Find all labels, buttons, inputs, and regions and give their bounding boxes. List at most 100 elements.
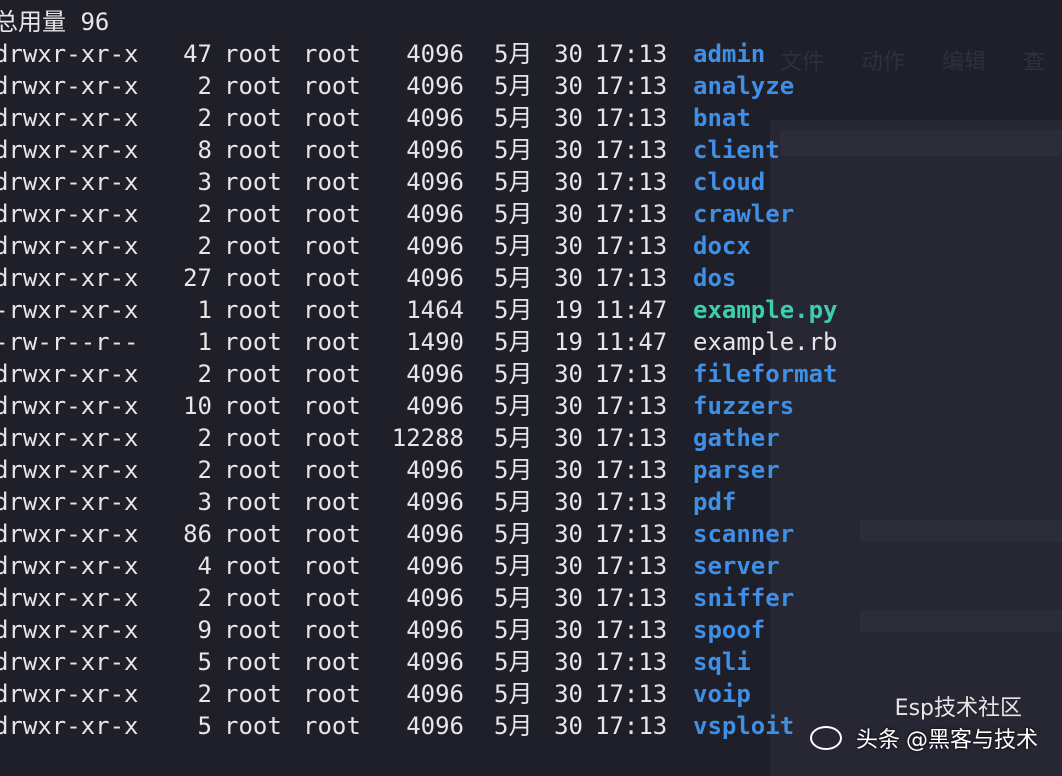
month: 5月: [494, 232, 533, 260]
directory-listing: drwxr-xr-x 47 root root 4096 5月 30 17:13 admin dr…: [0, 38, 838, 742]
time: 17:13: [595, 680, 668, 708]
owner: root: [224, 296, 282, 324]
owner: root: [224, 520, 282, 548]
month: 5月: [494, 264, 533, 292]
owner: root: [224, 456, 282, 484]
link-count: 1: [197, 328, 212, 356]
time: 17:13: [595, 424, 668, 452]
file-name: fuzzers: [693, 392, 795, 420]
link-count: 2: [197, 232, 212, 260]
time: 17:13: [595, 168, 668, 196]
listing-row: drwxr-xr-x 2 root root 12288 5月 30 17:13 gather: [0, 422, 838, 454]
month: 5月: [494, 296, 533, 324]
owner: root: [224, 488, 282, 516]
month: 5月: [494, 648, 533, 676]
time: 17:13: [595, 104, 668, 132]
file-size: 4096: [406, 488, 464, 516]
day: 30: [554, 40, 583, 68]
owner: root: [224, 392, 282, 420]
link-count: 2: [197, 424, 212, 452]
owner: root: [224, 72, 282, 100]
day: 19: [554, 296, 583, 324]
file-size: 4096: [406, 712, 464, 740]
total-line: 总用量 96: [0, 6, 838, 38]
file-size: 4096: [406, 136, 464, 164]
group: root: [303, 328, 361, 356]
month: 5月: [494, 168, 533, 196]
file-size: 4096: [406, 520, 464, 548]
group: root: [303, 616, 361, 644]
file-name: dos: [693, 264, 737, 292]
file-size: 4096: [406, 200, 464, 228]
listing-row: drwxr-xr-x 2 root root 4096 5月 30 17:13 docx: [0, 230, 838, 262]
month: 5月: [494, 424, 533, 452]
time: 11:47: [595, 296, 668, 324]
file-name: bnat: [693, 104, 751, 132]
time: 17:13: [595, 552, 668, 580]
time: 11:47: [595, 328, 668, 356]
day: 30: [554, 168, 583, 196]
owner: root: [224, 616, 282, 644]
link-count: 2: [197, 584, 212, 612]
time: 17:13: [595, 616, 668, 644]
listing-row: drwxr-xr-x 2 root root 4096 5月 30 17:13 voip: [0, 678, 838, 710]
file-name: client: [693, 136, 780, 164]
owner: root: [224, 584, 282, 612]
link-count: 2: [197, 104, 212, 132]
group: root: [303, 104, 361, 132]
day: 30: [554, 136, 583, 164]
file-name: parser: [693, 456, 780, 484]
file-size: 4096: [406, 168, 464, 196]
file-name: server: [693, 552, 780, 580]
month: 5月: [494, 328, 533, 356]
time: 17:13: [595, 360, 668, 388]
file-name: sniffer: [693, 584, 795, 612]
time: 17:13: [595, 520, 668, 548]
day: 30: [554, 712, 583, 740]
listing-row: drwxr-xr-x 2 root root 4096 5月 30 17:13 fileform…: [0, 358, 838, 390]
month: 5月: [494, 616, 533, 644]
permissions: drwxr-xr-x: [0, 712, 139, 740]
permissions: drwxr-xr-x: [0, 360, 139, 388]
permissions: drwxr-xr-x: [0, 424, 139, 452]
file-name: analyze: [693, 72, 795, 100]
day: 30: [554, 616, 583, 644]
watermark-handle: @黑客与技术: [905, 728, 1038, 753]
link-count: 10: [183, 392, 212, 420]
group: root: [303, 136, 361, 164]
file-size: 4096: [406, 616, 464, 644]
day: 30: [554, 488, 583, 516]
owner: root: [224, 200, 282, 228]
group: root: [303, 648, 361, 676]
file-size: 12288: [391, 424, 464, 452]
group: root: [303, 456, 361, 484]
file-name: cloud: [693, 168, 766, 196]
file-size: 1464: [406, 296, 464, 324]
owner: root: [224, 40, 282, 68]
month: 5月: [494, 360, 533, 388]
month: 5月: [494, 520, 533, 548]
listing-row: -rwxr-xr-x 1 root root 1464 5月 19 11:47 example.…: [0, 294, 838, 326]
time: 17:13: [595, 712, 668, 740]
link-count: 5: [197, 648, 212, 676]
permissions: drwxr-xr-x: [0, 40, 139, 68]
listing-row: drwxr-xr-x 9 root root 4096 5月 30 17:13 spoof: [0, 614, 838, 646]
listing-row: drwxr-xr-x 2 root root 4096 5月 30 17:13 parser: [0, 454, 838, 486]
link-count: 5: [197, 712, 212, 740]
permissions: drwxr-xr-x: [0, 552, 139, 580]
permissions: drwxr-xr-x: [0, 648, 139, 676]
month: 5月: [494, 584, 533, 612]
file-name: voip: [693, 680, 751, 708]
day: 30: [554, 680, 583, 708]
month: 5月: [494, 200, 533, 228]
group: root: [303, 264, 361, 292]
terminal-output[interactable]: 总用量 96 drwxr-xr-x 47 root root 4096 5月 30 17:13…: [0, 6, 838, 742]
file-name: pdf: [693, 488, 737, 516]
chat-bubble-icon: [809, 726, 842, 750]
day: 30: [554, 520, 583, 548]
link-count: 3: [197, 488, 212, 516]
permissions: drwxr-xr-x: [0, 232, 139, 260]
file-size: 4096: [406, 104, 464, 132]
day: 30: [554, 264, 583, 292]
file-size: 4096: [406, 584, 464, 612]
